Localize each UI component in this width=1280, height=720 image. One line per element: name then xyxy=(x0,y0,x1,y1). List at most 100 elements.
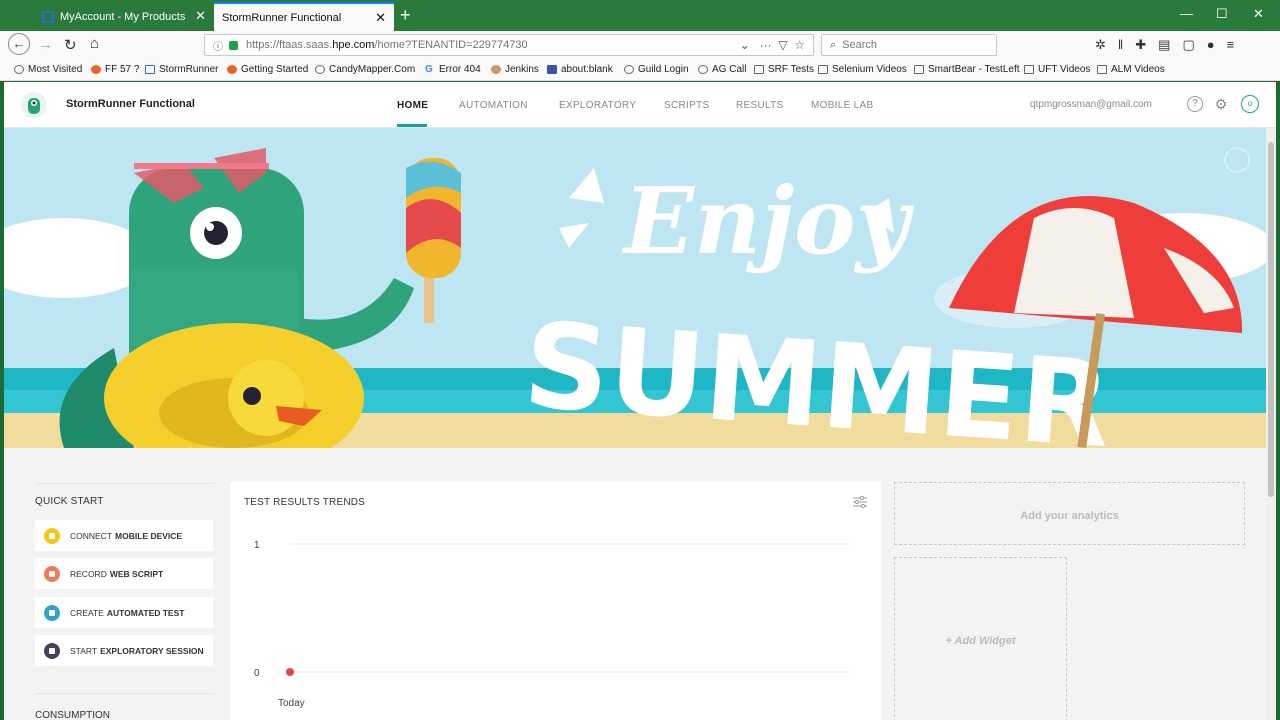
bookmark-folder[interactable]: SRF Tests xyxy=(754,64,814,75)
folder-icon xyxy=(1024,65,1034,74)
consumption-divider xyxy=(35,693,214,694)
create-automated-test-button[interactable]: CREATE AUTOMATED TEST xyxy=(35,597,213,628)
nav-automation[interactable]: AUTOMATION xyxy=(459,100,528,111)
globe-icon xyxy=(315,65,325,74)
bookmark-label: UFT Videos xyxy=(1038,64,1091,75)
bookmark-folder[interactable]: UFT Videos xyxy=(1024,64,1090,75)
flask-icon xyxy=(44,604,60,621)
folder-icon xyxy=(1097,65,1107,74)
help-icon[interactable]: ? xyxy=(1187,96,1203,112)
qs-action: EXPLORATORY SESSION xyxy=(100,645,204,656)
firefox-icon xyxy=(91,65,101,74)
bookmark-label: Getting Started xyxy=(241,64,309,75)
maximize-icon[interactable]: ☐ xyxy=(1216,6,1228,22)
add-widget-label: + Add Widget xyxy=(945,635,1016,647)
address-bar[interactable]: ⓘ https://ftaas.saas. hpe.com/home?TENANT… xyxy=(204,34,814,56)
bookmark-item[interactable]: AG Call xyxy=(698,64,746,75)
tab-stormrunner[interactable]: StormRunner Functional ✕ xyxy=(214,2,394,31)
bookmark-folder[interactable]: Selenium Videos xyxy=(818,64,907,75)
bookmark-item[interactable]: Getting Started xyxy=(227,64,308,75)
card-title: TEST RESULTS TRENDS xyxy=(244,497,366,508)
qs-action: MOBILE DEVICE xyxy=(115,530,183,541)
jenkins-icon xyxy=(491,65,501,74)
info-icon[interactable]: ⓘ xyxy=(213,38,223,53)
nav-exploratory[interactable]: EXPLORATORY xyxy=(559,100,636,111)
minimize-icon[interactable]: — xyxy=(1180,6,1193,21)
google-icon: G xyxy=(425,64,433,75)
bookmark-item[interactable]: Jenkins xyxy=(491,64,539,75)
browser-titlebar: MyAccount - My Products ✕ StormRunner Fu… xyxy=(0,0,1280,31)
stormrunner-logo[interactable] xyxy=(20,91,48,119)
gear-icon xyxy=(14,65,24,74)
nav-scripts[interactable]: SCRIPTS xyxy=(664,100,709,111)
bookmark-label: AG Call xyxy=(712,64,747,75)
data-point[interactable] xyxy=(286,668,294,676)
page-actions-icon[interactable]: ⌄ ··· ▽ ☆ xyxy=(740,38,805,52)
search-placeholder: Search xyxy=(842,39,878,51)
nav-home[interactable]: HOME xyxy=(397,100,428,111)
nav-results[interactable]: RESULTS xyxy=(736,100,783,111)
bookmark-folder[interactable]: SmartBear - TestLeft xyxy=(914,64,1020,75)
stormrunner-icon xyxy=(145,65,155,74)
home-icon[interactable]: ⌂ xyxy=(90,35,99,52)
bookmark-item[interactable]: CandyMapper.Com xyxy=(315,64,415,75)
bookmark-item[interactable]: Guild Login xyxy=(624,64,689,75)
tab-favicon xyxy=(42,10,54,23)
firefox-icon xyxy=(227,65,237,74)
bookmark-item[interactable]: G Error 404 xyxy=(425,64,481,75)
globe-icon xyxy=(698,65,708,74)
start-exploratory-session-button[interactable]: START EXPLORATORY SESSION xyxy=(35,635,213,666)
folder-icon xyxy=(754,65,764,74)
browser-toolbar: ← → ↻ ⌂ ⓘ https://ftaas.saas. hpe.com/hom… xyxy=(0,31,1280,59)
bookmark-item[interactable]: about:blank xyxy=(547,64,613,75)
tab-label: MyAccount - My Products xyxy=(60,10,186,23)
bookmark-item[interactable]: Most Visited xyxy=(14,64,82,75)
search-icon: ⌕ xyxy=(830,38,837,51)
qs-action: WEB SCRIPT xyxy=(109,568,164,579)
nav-mobile-lab[interactable]: MOBILE LAB xyxy=(811,100,873,111)
reload-icon[interactable]: ↻ xyxy=(64,36,77,54)
url-path: /home?TENANTID=229774730 xyxy=(374,39,528,51)
bookmark-folder[interactable]: ALM Videos xyxy=(1097,64,1165,75)
scrollbar-thumb[interactable] xyxy=(1268,142,1274,497)
new-tab-button[interactable]: + xyxy=(400,5,411,26)
qs-prefix: RECORD xyxy=(70,568,107,579)
quick-start-title: QUICK START xyxy=(35,496,104,507)
back-arrow-icon[interactable]: ← xyxy=(8,33,30,55)
user-email[interactable]: qtpmgrossman@gmail.com xyxy=(1030,99,1152,110)
consumption-title: CONSUMPTION xyxy=(35,710,110,720)
bookmark-label: SRF Tests xyxy=(768,64,814,75)
add-widget-panel[interactable]: + Add Widget xyxy=(894,557,1067,720)
bookmark-label: StormRunner xyxy=(159,64,219,75)
user-avatar[interactable]: o xyxy=(1241,95,1259,113)
close-tab-icon[interactable]: ✕ xyxy=(195,8,206,24)
forward-arrow-icon[interactable]: → xyxy=(38,36,53,53)
y-tick-label: 0 xyxy=(254,668,260,679)
app-header: StormRunner Functional HOME AUTOMATION E… xyxy=(4,82,1276,128)
add-analytics-panel[interactable]: Add your analytics xyxy=(894,482,1245,545)
settings-gear-icon[interactable]: ⚙ xyxy=(1213,96,1229,112)
close-window-icon[interactable]: ✕ xyxy=(1253,6,1264,22)
search-input[interactable]: ⌕ Search xyxy=(821,34,997,56)
tab-myaccount[interactable]: MyAccount - My Products ✕ xyxy=(34,2,214,31)
bookmark-label: SmartBear - TestLeft xyxy=(928,64,1020,75)
bookmark-item[interactable]: FF 57 ? xyxy=(91,64,139,75)
url-host: hpe.com xyxy=(332,39,375,51)
filter-settings-icon[interactable] xyxy=(853,496,867,508)
x-tick-label: Today xyxy=(278,698,305,709)
bookmark-label: Most Visited xyxy=(28,64,83,75)
qs-prefix: START xyxy=(70,645,98,656)
play-icon xyxy=(44,642,60,659)
record-web-script-button[interactable]: RECORD WEB SCRIPT xyxy=(35,558,213,589)
folder-icon xyxy=(914,65,924,74)
toolbar-icons[interactable]: ✲‖✚▤▢●≡ xyxy=(1095,37,1246,53)
bookmark-label: CandyMapper.Com xyxy=(329,64,416,75)
globe-icon xyxy=(624,65,634,74)
tab-label: StormRunner Functional xyxy=(222,11,342,24)
active-nav-indicator xyxy=(397,124,427,127)
add-analytics-label: Add your analytics xyxy=(1020,510,1119,522)
bookmark-item[interactable]: StormRunner xyxy=(145,64,218,75)
bookmark-label: about:blank xyxy=(561,64,613,75)
close-tab-icon[interactable]: ✕ xyxy=(375,10,386,26)
connect-mobile-device-button[interactable]: CONNECT MOBILE DEVICE xyxy=(35,520,213,551)
